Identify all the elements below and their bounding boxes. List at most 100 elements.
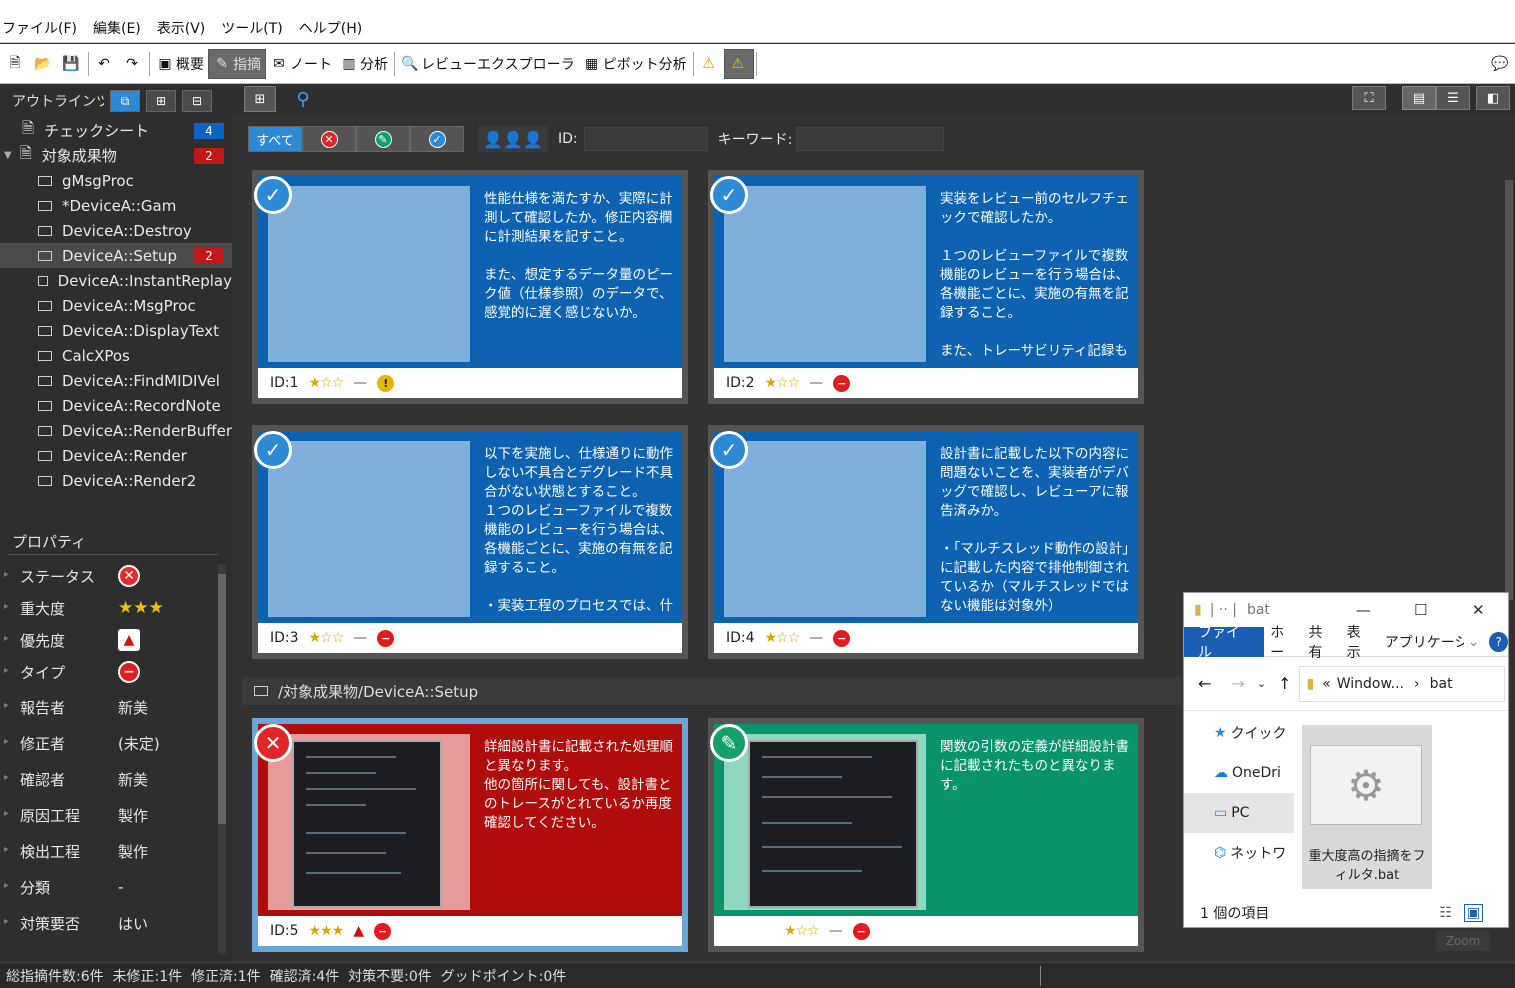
menu-view[interactable]: 表示(V) [157,18,206,38]
search-button[interactable]: ⚲ [290,86,316,112]
large-icon-view-icon[interactable]: ▣ [1463,904,1484,922]
warning-filter-button[interactable]: ⚠ [723,48,754,79]
analysis-button[interactable]: ▥ 分析 [336,49,392,79]
tree-item[interactable]: *DeviceA::Gam [0,193,232,218]
prop-severity[interactable]: 重大度 ★★★ [0,590,218,626]
tree-item[interactable]: DeviceA::Destroy [0,218,232,243]
warning-button[interactable]: ⚠ [696,49,724,79]
tree-item[interactable]: DeviceA::Setup 2 [0,243,232,268]
fit-view-button[interactable]: ⛶ [1352,86,1386,110]
menu-file[interactable]: ファイル(F) [2,18,77,38]
path-segment-windows[interactable]: Window... [1337,676,1404,692]
ribbon-tab-home[interactable]: ホー [1264,625,1302,661]
note-button[interactable]: ✉ ノート [266,49,336,79]
up-arrow-icon[interactable]: ↑ [1278,674,1291,693]
tree-item[interactable]: DeviceA::DisplayText [0,318,232,343]
outline-view-button[interactable]: ⧉ [110,90,140,112]
issue-button[interactable]: ✎ 指摘 [208,48,266,79]
prop-status[interactable]: ステータス ✕ [0,558,218,594]
tree-item[interactable]: DeviceA::RenderBuffer [0,418,232,443]
properties-scroll-thumb[interactable] [218,574,226,824]
tree-item[interactable]: CalcXPos [0,343,232,368]
outline-add-button[interactable]: ⊞ [146,90,176,112]
filter-users[interactable]: 👤👤👤 [478,126,548,152]
file-item[interactable]: ⚙ 重大度高の指摘をフィルタ.bat [1302,725,1432,889]
maximize-icon[interactable]: ☐ [1414,601,1427,619]
nav-network[interactable]: ⌬ ネットワ [1184,833,1294,873]
address-bar[interactable]: ▮ « Window... › bat [1299,665,1506,702]
forward-arrow-icon[interactable]: → [1231,674,1244,693]
list-view-button[interactable]: ☰ [1436,86,1470,110]
tree-item-label: DeviceA::DisplayText [62,321,220,340]
panel-toggle-button[interactable]: ◧ [1476,86,1510,110]
ribbon-tab-share[interactable]: 共有 [1302,625,1340,661]
outline-bookmark-button[interactable]: ⊟ [182,90,212,112]
tree-item[interactable]: DeviceA::FindMIDIVel [0,368,232,393]
keyword-input[interactable] [796,127,945,151]
chevron-down-icon[interactable]: ⌄ [1468,634,1480,650]
issue-card[interactable]: 性能仕様を満たすか、実際に計測して確認したか。修正内容欄に計測結果を記すこと。 … [252,170,688,404]
tree-artifact[interactable]: ▼ 🗎 対象成果物 2 [0,143,232,168]
help-icon[interactable]: ? [1489,631,1509,652]
tree-item[interactable]: DeviceA::Render [0,443,232,468]
function-icon [254,686,268,696]
redo-button[interactable]: ↷ [119,49,147,79]
menu-help[interactable]: ヘルプ(H) [299,18,362,38]
prop-detect-phase[interactable]: 検出工程 製作 [0,833,218,869]
path-segment-bat[interactable]: bat [1430,676,1453,692]
overview-button[interactable]: ▣ 概要 [152,49,208,79]
prop-cause-phase-value: 製作 [118,806,149,825]
main-scrollbar[interactable] [1505,180,1513,600]
issue-card[interactable]: 関数の引数の定義が詳細設計書に記載されたものと異なります。 ✎ ★☆☆ — − [708,718,1144,952]
prop-category[interactable]: 分類 - [0,869,218,905]
filter-fixed-button[interactable]: ✎ [356,126,410,152]
save-button[interactable]: 💾 [58,49,86,79]
properties-scrollbar[interactable] [218,564,226,954]
prop-priority[interactable]: 優先度 ▲ [0,622,218,658]
ribbon-tab-view[interactable]: 表示 [1341,625,1379,661]
issue-card[interactable]: 以下を実施し、仕様通りに動作しない不具合とデグレード不具合がない状態とすること。… [252,425,688,659]
back-arrow-icon[interactable]: ← [1198,674,1211,693]
nav-onedrive[interactable]: ☁ OneDri [1184,753,1294,793]
open-button[interactable]: 📂 [30,49,58,79]
prop-fixer[interactable]: 修正者 (未定) [0,725,218,761]
details-view-icon[interactable]: ☷ [1439,905,1452,921]
ribbon-tab-app[interactable]: アプリケーショ [1379,627,1464,657]
menu-tools[interactable]: ツール(T) [221,18,282,38]
prop-countermeasure[interactable]: 対策要否 はい [0,905,218,941]
group-header[interactable]: /対象成果物/DeviceA::Setup [242,677,1182,705]
tree-item[interactable]: DeviceA::InstantReplay [0,268,232,293]
ribbon-tab-file[interactable]: ファイル [1184,625,1265,661]
prop-confirmer[interactable]: 確認者 新美 [0,761,218,797]
prop-reporter[interactable]: 報告者 新美 [0,689,218,725]
prop-type[interactable]: タイプ − [0,654,218,690]
card-view-button[interactable]: ▤ [1402,86,1436,110]
close-icon[interactable]: ✕ [1472,601,1485,619]
menu-edit[interactable]: 編集(E) [93,18,141,38]
tree-item[interactable]: DeviceA::Render2 [0,468,232,493]
recent-chevron-icon[interactable]: ⌄ [1257,677,1266,690]
filter-confirmed-button[interactable]: ✓ [410,126,464,152]
tree-item[interactable]: DeviceA::RecordNote [0,393,232,418]
tree-item[interactable]: DeviceA::MsgProc [0,293,232,318]
comment-button[interactable]: 💬 [1487,49,1515,79]
nav-quick-access[interactable]: ★ クイック [1184,713,1294,753]
expand-arrow-icon[interactable]: ▼ [4,150,12,161]
filter-all-button[interactable]: すべて [248,126,302,152]
add-issue-button[interactable]: ⊞ [244,86,276,112]
minimize-icon[interactable]: — [1356,601,1371,619]
tree-item[interactable]: gMsgProc [0,168,232,193]
pivot-button[interactable]: ▦ ピボット分析 [579,49,691,79]
issue-card[interactable]: 設計書に記載した以下の内容に問題ないことを、実装者がデバッグで確認し、レビューア… [708,425,1144,659]
review-explorer-button[interactable]: 🔍 レビューエクスプローラ [397,49,579,79]
tree-checksheet[interactable]: 🗎 チェックシート 4 [0,118,232,143]
new-button[interactable]: 🗎 [2,49,30,79]
id-input[interactable] [583,127,708,151]
undo-button[interactable]: ↶ [91,49,119,79]
prop-cause-phase[interactable]: 原因工程 製作 [0,797,218,833]
nav-pc[interactable]: ▭ PC [1184,793,1294,833]
issue-card-selected[interactable]: 詳細設計書に記載された処理順と異なります。 他の箇所に関しても、設計書とのトレー… [252,718,688,952]
issue-card[interactable]: 実装をレビュー前のセルフチェックで確認したか。 １つのレビューファイルで複数機能… [708,170,1144,404]
status-divider [1040,966,1041,986]
filter-unfixed-button[interactable]: ✕ [302,126,356,152]
